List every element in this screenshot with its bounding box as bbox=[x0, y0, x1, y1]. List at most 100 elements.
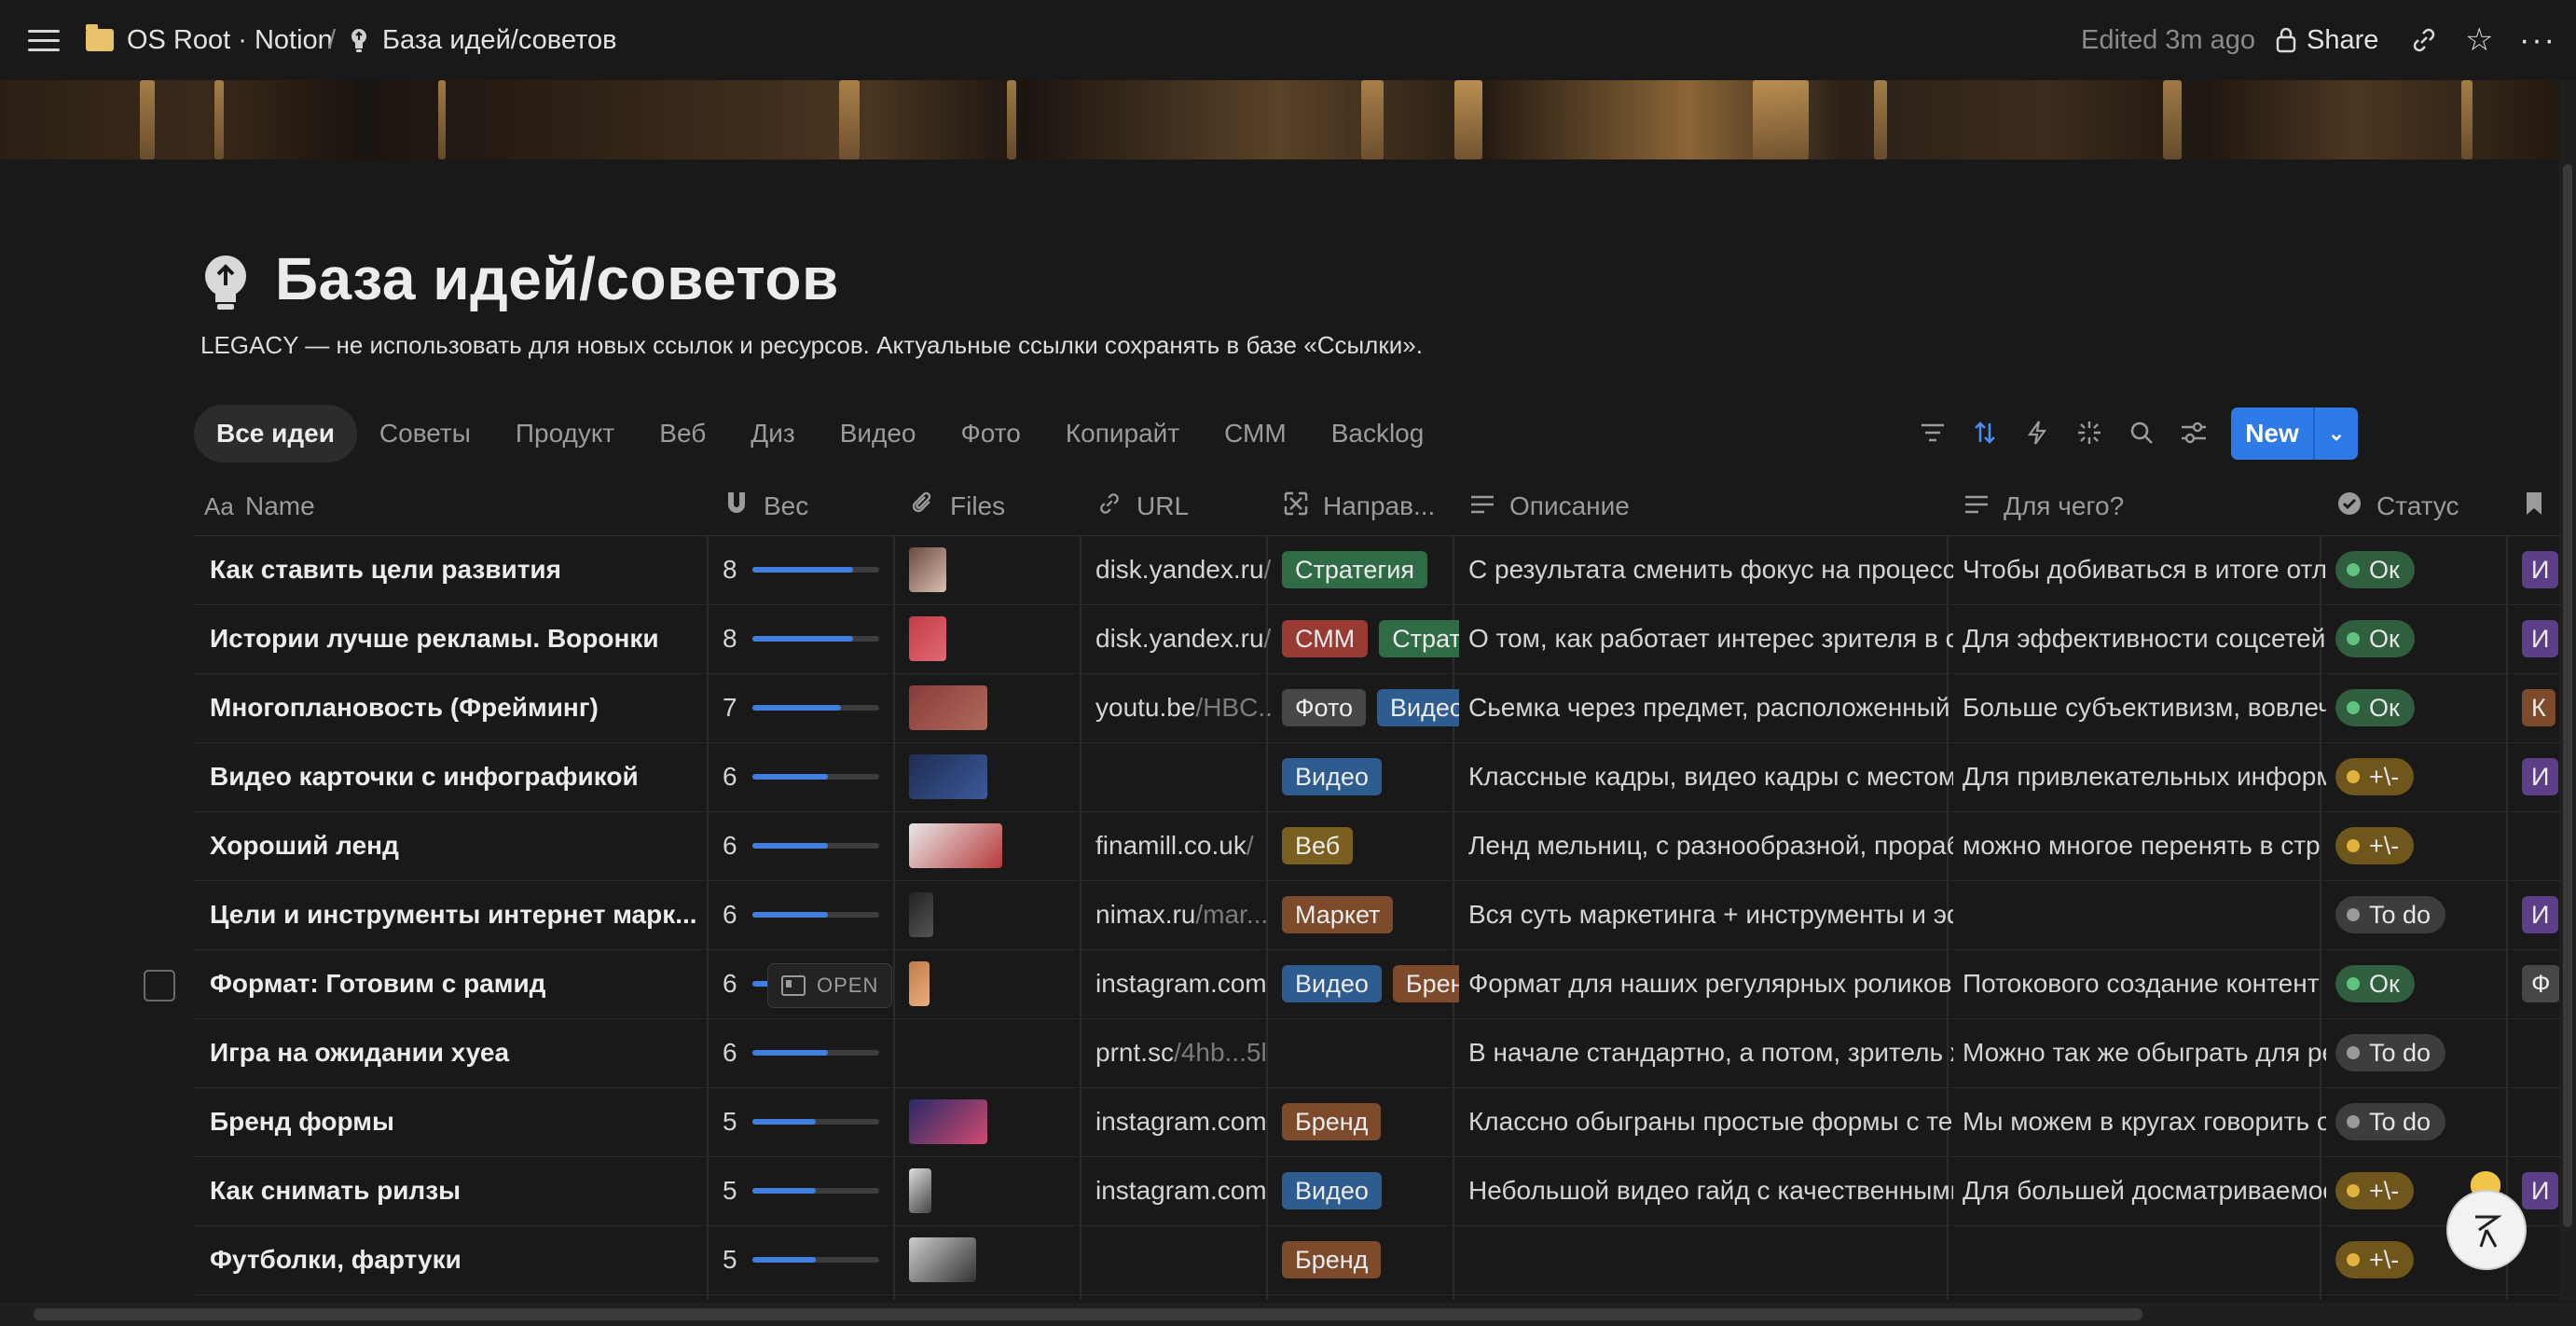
row-weight[interactable]: 7 bbox=[723, 673, 900, 742]
row-files[interactable] bbox=[909, 811, 1086, 880]
row-files[interactable] bbox=[909, 535, 1086, 604]
row-url[interactable]: instagram.com bbox=[1095, 1156, 1271, 1225]
table-row[interactable]: Истории лучше рекламы. Воронки 8 disk.yand… bbox=[193, 604, 2561, 674]
table-row[interactable]: Как ставить цели развития 8 disk.yandex.ru… bbox=[193, 535, 2561, 605]
row-direction[interactable]: Маркет bbox=[1282, 880, 1459, 949]
file-thumbnail[interactable] bbox=[909, 961, 930, 1006]
row-direction[interactable]: Видео bbox=[1282, 1156, 1459, 1225]
row-purpose[interactable]: Для привлекательных информ bbox=[1963, 742, 2326, 811]
row-weight[interactable]: 6 bbox=[723, 742, 900, 811]
row-extra[interactable] bbox=[2522, 1087, 2559, 1156]
column-header-description[interactable]: Описание bbox=[1468, 477, 1953, 535]
row-url[interactable]: disk.yandex.ru / bbox=[1095, 535, 1271, 604]
row-url[interactable]: finamill.co.uk / bbox=[1095, 811, 1271, 880]
row-name[interactable]: Цели и инструменты интернет марк... bbox=[210, 880, 713, 949]
tab-all-ideas[interactable]: Все идеи bbox=[194, 405, 357, 463]
file-thumbnail[interactable] bbox=[909, 823, 1002, 868]
row-purpose[interactable]: Для эффективности соцсетей bbox=[1963, 604, 2326, 673]
row-direction[interactable] bbox=[1282, 1018, 1459, 1087]
row-name[interactable]: Как ставить цели развития bbox=[210, 535, 713, 604]
row-weight[interactable]: 8 bbox=[723, 604, 900, 673]
row-files[interactable] bbox=[909, 949, 1086, 1018]
table-row[interactable]: Многоплановость (Фрейминг) 7 youtu.be/HBC.… bbox=[193, 673, 2561, 743]
file-thumbnail[interactable] bbox=[909, 547, 946, 592]
row-description[interactable]: Вся суть маркетинга + инструменты и эф bbox=[1468, 880, 1953, 949]
breadcrumb-workspace[interactable]: OS Root · Notion bbox=[86, 0, 333, 80]
more-options-icon[interactable]: ··· bbox=[2519, 0, 2556, 80]
row-purpose[interactable]: Больше субъективизм, вовлеч bbox=[1963, 673, 2326, 742]
row-description[interactable]: Классно обыграны простые формы с тек bbox=[1468, 1087, 1953, 1156]
row-name[interactable]: Истории лучше рекламы. Воронки bbox=[210, 604, 713, 673]
row-direction[interactable]: Веб bbox=[1282, 811, 1459, 880]
row-files[interactable] bbox=[909, 880, 1086, 949]
row-purpose[interactable]: можно многое перенять в стр bbox=[1963, 811, 2326, 880]
row-files[interactable] bbox=[909, 1225, 1086, 1294]
row-description[interactable] bbox=[1468, 1225, 1953, 1294]
row-direction[interactable]: Стратегия bbox=[1282, 535, 1459, 604]
ai-sparkle-icon[interactable] bbox=[2063, 407, 2115, 459]
column-header-purpose[interactable]: Для чего? bbox=[1963, 477, 2326, 535]
file-thumbnail[interactable] bbox=[909, 1099, 987, 1144]
row-url[interactable] bbox=[1095, 742, 1271, 811]
tab-tips[interactable]: Советы bbox=[357, 405, 493, 463]
table-row[interactable]: Цели и инструменты интернет марк... 6 nima… bbox=[193, 880, 2561, 950]
row-purpose[interactable]: Для большей досматриваемос bbox=[1963, 1156, 2326, 1225]
file-thumbnail[interactable] bbox=[909, 1237, 976, 1282]
row-status[interactable]: +\- bbox=[2335, 811, 2513, 880]
row-status[interactable]: +\- bbox=[2335, 742, 2513, 811]
sidebar-toggle-button[interactable] bbox=[28, 0, 62, 80]
row-name[interactable]: Многоплановость (Фрейминг) bbox=[210, 673, 713, 742]
new-button[interactable]: New ⌄ bbox=[2231, 407, 2358, 460]
row-name[interactable]: Бренд формы bbox=[210, 1087, 713, 1156]
column-header-bookmark[interactable] bbox=[2522, 477, 2559, 535]
row-name[interactable]: Хороший ленд bbox=[210, 811, 713, 880]
automation-lightning-icon[interactable] bbox=[2011, 407, 2063, 459]
row-weight[interactable]: 6 bbox=[723, 1018, 900, 1087]
row-description[interactable]: Сьемка через предмет, расположенный bbox=[1468, 673, 1953, 742]
row-direction[interactable]: СММ Страт bbox=[1282, 604, 1459, 673]
row-purpose[interactable] bbox=[1963, 1225, 2326, 1294]
copy-link-button[interactable] bbox=[2409, 0, 2439, 80]
row-name[interactable]: Как снимать рилзы bbox=[210, 1156, 713, 1225]
row-direction[interactable]: Бренд bbox=[1282, 1087, 1459, 1156]
row-extra[interactable] bbox=[2522, 1018, 2559, 1087]
tab-video[interactable]: Видео bbox=[818, 405, 939, 463]
share-button[interactable]: Share bbox=[2275, 0, 2378, 80]
horizontal-scrollbar[interactable] bbox=[0, 1303, 2576, 1326]
file-thumbnail[interactable] bbox=[909, 685, 987, 730]
row-weight[interactable]: 6 bbox=[723, 880, 900, 949]
row-purpose[interactable]: Потокового создание контент bbox=[1963, 949, 2326, 1018]
row-select-checkbox[interactable] bbox=[144, 970, 175, 1001]
row-name[interactable]: Футболки, фартуки bbox=[210, 1225, 713, 1294]
row-status[interactable]: Ок bbox=[2335, 535, 2513, 604]
row-files[interactable] bbox=[909, 604, 1086, 673]
row-url[interactable]: instagram.com bbox=[1095, 949, 1271, 1018]
row-weight[interactable]: 5 bbox=[723, 1087, 900, 1156]
tab-backlog[interactable]: Backlog bbox=[1309, 405, 1447, 463]
row-url[interactable]: nimax.ru/mar... bbox=[1095, 880, 1271, 949]
tab-smm[interactable]: СММ bbox=[1202, 405, 1309, 463]
table-row[interactable]: Футболки, фартуки 5 Бренд +\- bbox=[193, 1225, 2561, 1295]
file-thumbnail[interactable] bbox=[909, 616, 946, 661]
vertical-scrollbar[interactable] bbox=[2559, 80, 2576, 1302]
row-url[interactable]: youtu.be/HBC... bbox=[1095, 673, 1271, 742]
table-row[interactable]: Формат: Готовим с рамид 6 instagram.com Вид… bbox=[193, 949, 2561, 1019]
tab-copywriting[interactable]: Копирайт bbox=[1043, 405, 1202, 463]
tab-web[interactable]: Веб bbox=[637, 405, 728, 463]
row-extra[interactable] bbox=[2522, 811, 2559, 880]
tab-photo[interactable]: Фото bbox=[939, 405, 1043, 463]
column-header-weight[interactable]: Вес bbox=[723, 477, 900, 535]
open-row-button[interactable]: OPEN bbox=[767, 963, 893, 1008]
table-row[interactable]: Как снимать рилзы 5 instagram.com Видео Небо… bbox=[193, 1156, 2561, 1226]
row-name[interactable]: Формат: Готовим с рамид bbox=[210, 949, 713, 1018]
file-thumbnail[interactable] bbox=[909, 754, 987, 799]
row-purpose[interactable] bbox=[1963, 880, 2326, 949]
row-files[interactable] bbox=[909, 1156, 1086, 1225]
row-direction[interactable]: Видео Бренд bbox=[1282, 949, 1459, 1018]
filter-icon[interactable] bbox=[1907, 407, 1959, 459]
row-weight[interactable]: 5 bbox=[723, 1225, 900, 1294]
table-row[interactable]: Бренд формы 5 instagram.com Бренд Классно об… bbox=[193, 1087, 2561, 1157]
page-description[interactable]: LEGACY — не использовать для новых ссыло… bbox=[200, 331, 1423, 360]
tab-design[interactable]: Диз bbox=[728, 405, 817, 463]
row-extra[interactable]: Ф bbox=[2522, 949, 2559, 1018]
